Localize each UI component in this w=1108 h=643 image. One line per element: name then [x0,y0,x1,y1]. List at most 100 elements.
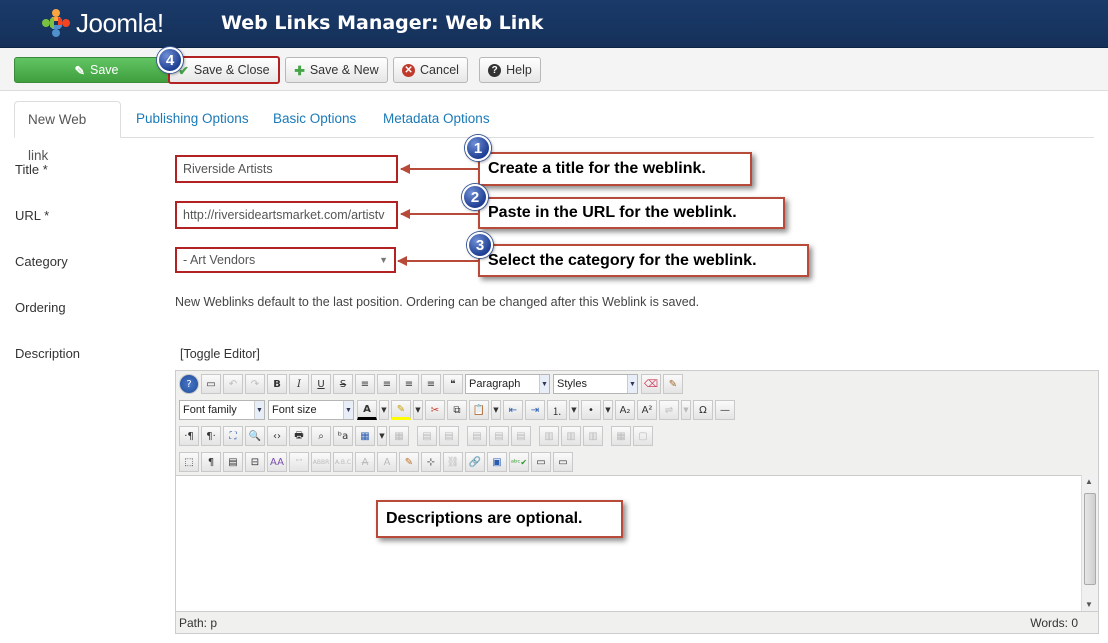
template-icon[interactable]: ▤ [223,452,243,472]
non-breaking-icon[interactable]: ⊹ [421,452,441,472]
new-document-icon[interactable]: ▭ [201,374,221,394]
layer-icon[interactable]: ▭ [553,452,573,472]
show-blocks-icon[interactable]: ¶ [201,452,221,472]
print-icon[interactable]: 🖶 [289,426,309,446]
bold-icon[interactable]: B [267,374,287,394]
insert-row-icon[interactable]: ▤ [467,426,487,446]
font-family-value: Font family [183,404,237,416]
unlink-icon[interactable]: ⛓ [443,452,463,472]
font-size-value: Font size [272,404,317,416]
callout-url: Paste in the URL for the weblink. [478,197,785,229]
replace-icon[interactable]: ᵇa [333,426,353,446]
callout-title: Create a title for the weblink. [478,152,752,186]
chevron-down-icon[interactable]: ▼ [413,400,423,420]
align-left-icon[interactable]: ≡ [399,374,419,394]
cut-icon[interactable]: ✂ [425,400,445,420]
step-badge-3: 3 [467,232,493,258]
split-cells-icon[interactable]: ▦ [611,426,631,446]
chevron-down-icon[interactable]: ▼ [491,400,501,420]
blockquote-icon[interactable]: ❝ [443,374,463,394]
cleanup-broom-icon[interactable]: ✎ [663,374,683,394]
help-icon[interactable]: ? [179,374,199,394]
indent-icon[interactable]: ⇥ [525,400,545,420]
insertion-icon[interactable]: A [377,452,397,472]
chevron-down-icon: ▼ [627,375,637,393]
scroll-down-icon[interactable]: ▼ [1085,600,1093,609]
scroll-thumb[interactable] [1084,493,1096,585]
editor-toolbar-row-1: ? ▭ ↶ ↷ B I U S ≡ ≡ ≡ ≡ ❝ Paragraph ▼ St… [179,373,685,395]
editor-content-area[interactable] [176,475,1082,611]
text-direction-icon[interactable]: ⇌ [659,400,679,420]
underline-icon[interactable]: U [311,374,331,394]
scroll-up-icon[interactable]: ▲ [1085,477,1093,486]
merge-cells-icon[interactable]: ▢ [633,426,653,446]
step-badge-1: 1 [465,135,491,161]
redo-icon[interactable]: ↷ [245,374,265,394]
horizontal-rule-icon[interactable]: — [715,400,735,420]
styles-select[interactable]: Styles ▼ [553,374,638,394]
styles-props-icon[interactable]: AA [267,452,287,472]
abbreviation-icon[interactable]: ABBR [311,452,331,472]
col-before-icon[interactable]: ▥ [539,426,559,446]
cite-icon[interactable]: “” [289,452,309,472]
align-justify-icon[interactable]: ≡ [355,374,375,394]
editor-toolbar-row-4: ⬚ ¶ ▤ ⊟ AA “” ABBR A.B.C A A ✎ ⊹ ⛓ 🔗 ▣ ᵃ… [179,451,575,473]
chevron-down-icon: ▼ [254,401,264,419]
toggle-editor-link[interactable]: [Toggle Editor] [180,347,260,361]
subscript-icon[interactable]: A₂ [615,400,635,420]
row-before-icon[interactable]: ▤ [417,426,437,446]
eraser-icon[interactable]: ⌫ [641,374,661,394]
delete-row-icon[interactable]: ▤ [511,426,531,446]
delete-table-icon[interactable]: ▦ [389,426,409,446]
row-after-icon[interactable]: ▤ [439,426,459,446]
format-select[interactable]: Paragraph ▼ [465,374,550,394]
chevron-down-icon[interactable]: ▼ [377,426,387,446]
strikethrough-icon[interactable]: S [333,374,353,394]
chevron-down-icon[interactable]: ▼ [569,400,579,420]
chevron-down-icon[interactable]: ▼ [681,400,691,420]
acronym-icon[interactable]: A.B.C [333,452,353,472]
delete-col-icon[interactable]: ▥ [583,426,603,446]
page-break-icon[interactable]: ⊟ [245,452,265,472]
link-icon[interactable]: 🔗 [465,452,485,472]
outdent-icon[interactable]: ⇤ [503,400,523,420]
superscript-icon[interactable]: A² [637,400,657,420]
chevron-down-icon[interactable]: ▼ [379,400,389,420]
chevron-down-icon: ▼ [539,375,549,393]
spellcheck-icon[interactable]: ᵃᵇᶜ✔ [509,452,529,472]
undo-icon[interactable]: ↶ [223,374,243,394]
callout-category: Select the category for the weblink. [478,244,809,277]
attributes-icon[interactable]: ✎ [399,452,419,472]
deletion-icon[interactable]: A [355,452,375,472]
copy-icon[interactable]: ⧉ [447,400,467,420]
source-code-icon[interactable]: ‹› [267,426,287,446]
image-icon[interactable]: ▣ [487,452,507,472]
rich-text-editor: ? ▭ ↶ ↷ B I U S ≡ ≡ ≡ ≡ ❝ Paragraph ▼ St… [175,370,1099,634]
ltr-icon[interactable]: ·¶ [179,426,199,446]
font-family-select[interactable]: Font family ▼ [179,400,265,420]
insert-table-icon[interactable]: ▦ [355,426,375,446]
special-character-icon[interactable]: Ω [693,400,713,420]
align-right-icon[interactable]: ≡ [421,374,441,394]
chevron-down-icon[interactable]: ▼ [603,400,613,420]
italic-icon[interactable]: I [289,374,309,394]
align-center-icon[interactable]: ≡ [377,374,397,394]
insert-row-below-icon[interactable]: ▤ [489,426,509,446]
search-icon[interactable]: ⌕ [311,426,331,446]
highlight-color-icon[interactable]: ✎ [391,400,411,420]
media-icon[interactable]: ▭ [531,452,551,472]
numbered-list-icon[interactable]: ⒈ [547,400,567,420]
chevron-down-icon: ▼ [343,401,353,419]
bullet-list-icon[interactable]: • [581,400,601,420]
format-select-value: Paragraph [469,378,521,390]
editor-toolbar-row-3: ·¶ ¶· ⛶ 🔍 ‹› 🖶 ⌕ ᵇa ▦ ▼ ▦ ▤ ▤ ▤ ▤ ▤ ▥ ▥ … [179,425,655,447]
rtl-icon[interactable]: ¶· [201,426,221,446]
editor-scrollbar[interactable]: ▲ ▼ [1081,475,1098,611]
font-size-select[interactable]: Font size ▼ [268,400,354,420]
paste-icon[interactable]: 📋 [469,400,489,420]
text-color-icon[interactable]: A [357,400,377,420]
fullscreen-icon[interactable]: ⛶ [223,426,243,446]
preview-icon[interactable]: 🔍 [245,426,265,446]
visual-aid-icon[interactable]: ⬚ [179,452,199,472]
col-after-icon[interactable]: ▥ [561,426,581,446]
